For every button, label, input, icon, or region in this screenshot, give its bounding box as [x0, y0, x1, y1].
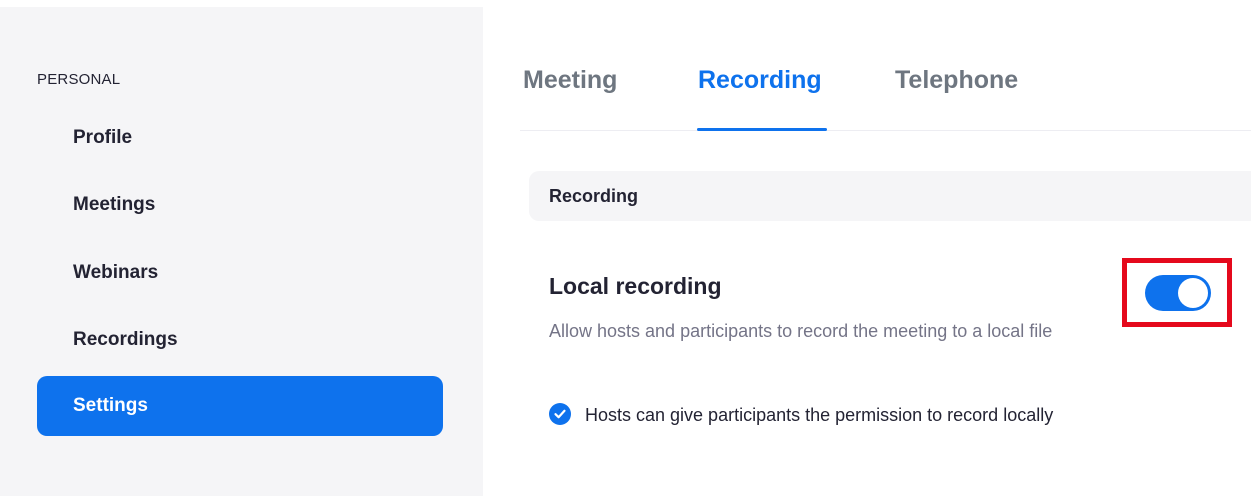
- permission-option: Hosts can give participants the permissi…: [549, 400, 1129, 430]
- sidebar-section-label: PERSONAL: [37, 71, 121, 88]
- tab-telephone[interactable]: Telephone: [895, 62, 1018, 98]
- toggle-knob: [1178, 278, 1208, 308]
- sidebar-item-meetings[interactable]: Meetings: [37, 175, 443, 235]
- sidebar-item-webinars[interactable]: Webinars: [37, 243, 443, 303]
- sidebar-item-recordings[interactable]: Recordings: [37, 310, 443, 370]
- sidebar-item-profile[interactable]: Profile: [37, 108, 443, 168]
- tabs-divider: [520, 130, 1251, 131]
- check-icon: [554, 409, 566, 419]
- sidebar-item-settings[interactable]: Settings: [37, 376, 443, 436]
- permission-checkbox-label: Hosts can give participants the permissi…: [585, 405, 1054, 425]
- active-tab-indicator: [697, 128, 827, 131]
- setting-description: Allow hosts and participants to record t…: [549, 321, 1053, 341]
- tab-meeting[interactable]: Meeting: [523, 62, 617, 98]
- permission-checkbox[interactable]: [549, 403, 571, 425]
- section-header: Recording: [529, 171, 1251, 221]
- setting-title: Local recording: [549, 273, 722, 299]
- sidebar: PERSONAL Profile Meetings Webinars Recor…: [0, 7, 483, 496]
- local-recording-toggle[interactable]: [1145, 275, 1211, 311]
- tab-recording[interactable]: Recording: [698, 62, 822, 98]
